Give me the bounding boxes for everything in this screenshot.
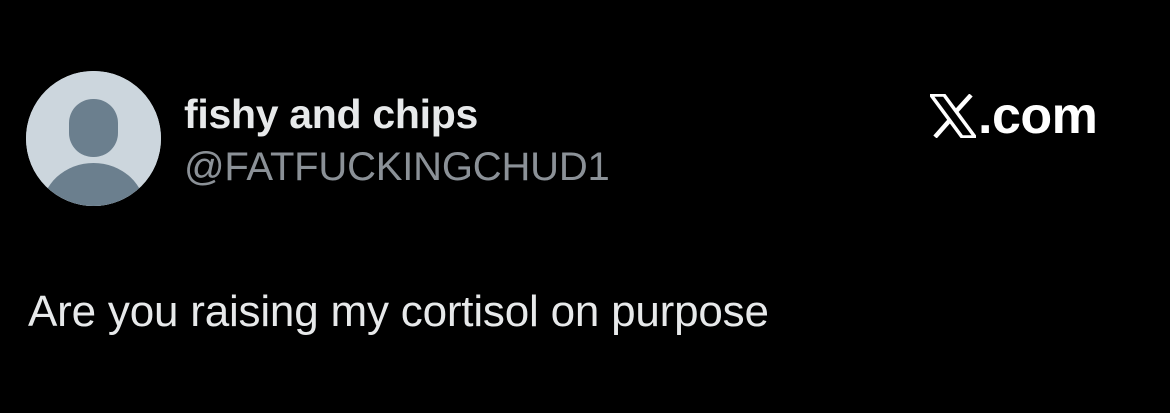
brand-watermark: .com: [930, 86, 1098, 146]
tweet-text: Are you raising my cortisol on purpose: [28, 287, 769, 336]
tweet-card: fishy and chips @FATFUCKINGCHUD1 .com Ar…: [0, 0, 1170, 413]
x-logo-icon: [930, 94, 976, 138]
default-profile-silhouette-icon: [26, 71, 161, 206]
brand-domain-suffix: .com: [978, 87, 1098, 145]
author-display-name[interactable]: fishy and chips: [184, 88, 478, 140]
avatar[interactable]: [26, 71, 161, 206]
author-handle[interactable]: @FATFUCKINGCHUD1: [184, 142, 610, 192]
